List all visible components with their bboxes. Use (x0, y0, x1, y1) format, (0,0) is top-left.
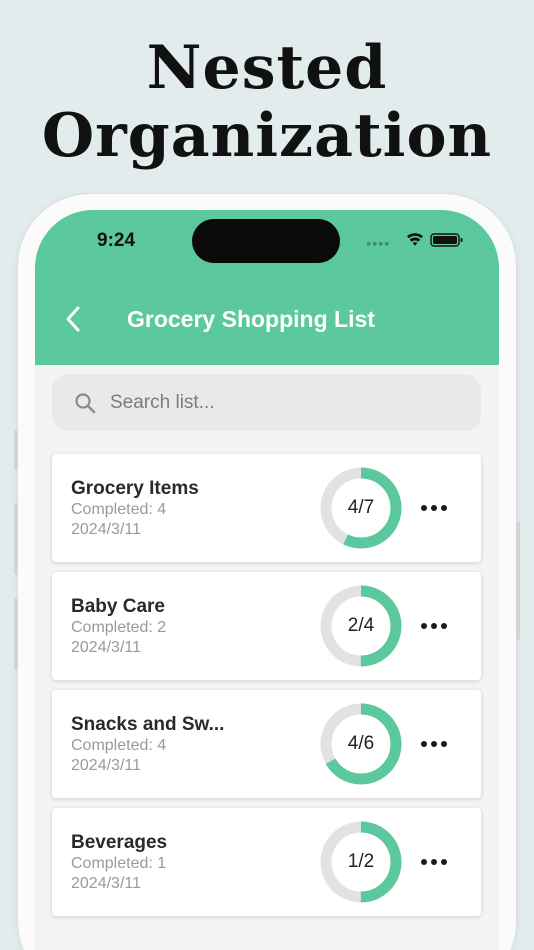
more-options-button[interactable] (417, 730, 451, 758)
status-icons (367, 233, 463, 247)
dynamic-island (192, 219, 340, 263)
headline-line-1: Nested (146, 33, 388, 103)
phone-side-button (14, 598, 18, 670)
search-input[interactable] (110, 391, 430, 414)
signal-icon (367, 242, 389, 246)
list-item-completed: Completed: 2 (71, 619, 167, 636)
list-item-date: 2024/3/11 (71, 875, 141, 892)
phone-power-button (516, 522, 520, 640)
more-options-button[interactable] (417, 612, 451, 640)
progress-label: 4/7 (347, 497, 375, 518)
wifi-icon (407, 233, 423, 246)
battery-icon (430, 233, 463, 247)
list-item-date: 2024/3/11 (71, 521, 141, 538)
progress-label: 4/6 (347, 733, 375, 754)
list-item[interactable]: Grocery Items Completed: 4 2024/3/11 4/7 (52, 454, 481, 562)
more-icon (419, 623, 449, 629)
headline-line-2: Organization (41, 101, 493, 171)
list-item[interactable]: Baby Care Completed: 2 2024/3/11 2/4 (52, 572, 481, 680)
more-icon (419, 505, 449, 511)
search-bar[interactable] (52, 374, 481, 431)
list-item-name: Baby Care (71, 596, 165, 617)
list-item-completed: Completed: 4 (71, 737, 167, 754)
list-item-name: Grocery Items (71, 478, 199, 499)
phone-screen: 9:24 Grocery Shopping List Search list..… (35, 210, 499, 950)
list-item-name: Beverages (71, 832, 168, 853)
page-title: Grocery Shopping List (127, 306, 375, 332)
progress-label: 1/2 (347, 851, 375, 872)
list-item-name: Snacks and Sw... (71, 714, 225, 735)
headline: Nested Organization (0, 34, 534, 170)
more-options-button[interactable] (417, 494, 451, 522)
more-options-button[interactable] (417, 848, 451, 876)
list-item-date: 2024/3/11 (71, 639, 141, 656)
app-header: 9:24 Grocery Shopping List (35, 210, 499, 365)
more-icon (419, 859, 449, 865)
chevron-left-icon (66, 306, 80, 332)
more-icon (419, 741, 449, 747)
list-item-date: 2024/3/11 (71, 757, 141, 774)
list-item[interactable]: Beverages Completed: 1 2024/3/11 1/2 (52, 808, 481, 916)
phone-side-button (14, 430, 18, 470)
back-button[interactable] (61, 304, 85, 334)
status-time: 9:24 (97, 230, 136, 251)
list-item-completed: Completed: 1 (71, 855, 167, 872)
list-item[interactable]: Snacks and Sw... Completed: 4 2024/3/11 4/6 (52, 690, 481, 798)
list-item-completed: Completed: 4 (71, 501, 167, 518)
search-icon (75, 392, 96, 413)
progress-label: 2/4 (347, 615, 375, 636)
phone-side-button (14, 503, 18, 575)
